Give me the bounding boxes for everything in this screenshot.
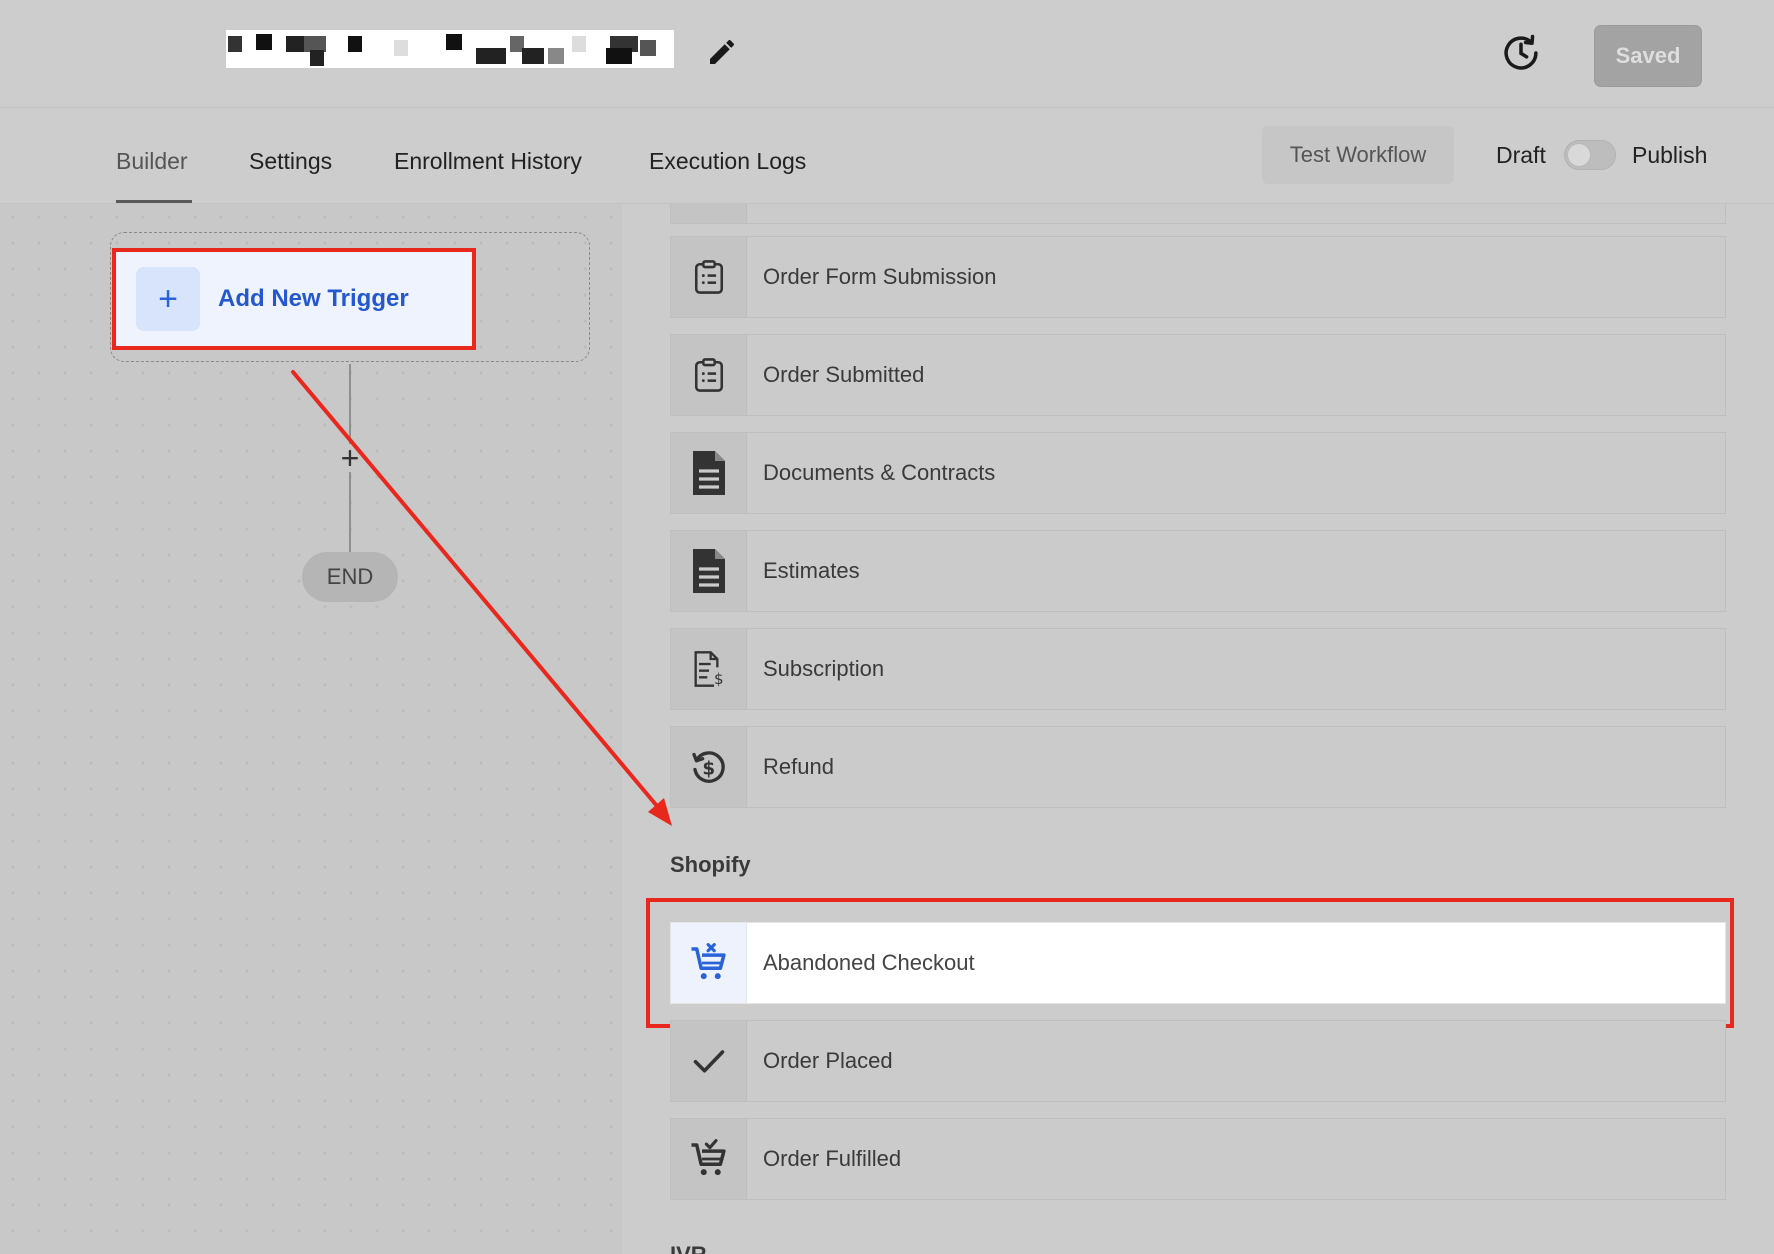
tab-builder[interactable]: Builder	[116, 148, 188, 175]
list-item-partial[interactable]	[670, 204, 1726, 224]
cart-check-icon	[691, 1139, 726, 1176]
tab-execution-logs[interactable]: Execution Logs	[649, 148, 806, 175]
clipboard-list-icon	[694, 358, 723, 392]
icon-cell	[671, 237, 747, 317]
add-new-trigger-button[interactable]: + Add New Trigger	[112, 248, 476, 350]
trigger-item-documents-contracts[interactable]: Documents & Contracts	[670, 432, 1726, 514]
svg-text:$: $	[714, 670, 724, 688]
publish-toggle[interactable]	[1564, 140, 1616, 170]
history-icon[interactable]	[1500, 32, 1542, 74]
trigger-item-label: Order Form Submission	[763, 264, 997, 289]
clipboard-list-icon	[694, 260, 723, 294]
test-workflow-button[interactable]: Test Workflow	[1262, 126, 1454, 184]
section-title-shopify: Shopify	[670, 852, 751, 877]
trigger-item-label: Refund	[763, 754, 834, 779]
check-icon	[693, 1050, 724, 1073]
document-icon	[692, 451, 725, 495]
icon-cell	[671, 1119, 747, 1199]
workflow-canvas[interactable]: + Add New Trigger + END	[0, 204, 622, 1254]
invoice-dollar-icon: $	[694, 651, 724, 688]
refund-icon: $	[691, 751, 725, 783]
trigger-item-label: Order Submitted	[763, 362, 925, 387]
tab-enrollment-history[interactable]: Enrollment History	[394, 148, 582, 175]
trigger-item-refund[interactable]: $ Refund	[670, 726, 1726, 808]
pencil-icon[interactable]	[706, 36, 738, 68]
toggle-knob	[1567, 143, 1591, 167]
trigger-item-order-fulfilled[interactable]: Order Fulfilled	[670, 1118, 1726, 1200]
document-icon	[692, 549, 725, 593]
add-step-plus-icon[interactable]: +	[336, 442, 364, 474]
trigger-item-label: Documents & Contracts	[763, 460, 996, 485]
trigger-item-order-form-submission[interactable]: Order Form Submission	[670, 236, 1726, 318]
trigger-item-order-submitted[interactable]: Order Submitted	[670, 334, 1726, 416]
trigger-list-panel[interactable]: Order Form Submission Order Submitted Do…	[622, 204, 1774, 1254]
trigger-item-label: Estimates	[763, 558, 860, 583]
icon-cell: $	[671, 727, 747, 807]
icon-cell	[671, 204, 747, 223]
svg-text:$: $	[702, 759, 715, 780]
trigger-item-label: Order Fulfilled	[763, 1146, 902, 1171]
draft-label: Draft	[1496, 142, 1546, 168]
trigger-item-order-placed[interactable]: Order Placed	[670, 1020, 1726, 1102]
section-title-ivr: IVR	[670, 1242, 707, 1254]
trigger-item-label: Order Placed	[763, 1048, 893, 1073]
trigger-item-abandoned-checkout[interactable]: Abandoned Checkout	[670, 922, 1726, 1004]
trigger-item-label: Abandoned Checkout	[763, 950, 975, 975]
tab-bar: Builder Settings Enrollment History Exec…	[0, 108, 1774, 204]
icon-cell	[671, 335, 747, 415]
icon-cell	[671, 923, 747, 1003]
icon-cell	[671, 433, 747, 513]
icon-cell: $	[671, 629, 747, 709]
trigger-item-subscription[interactable]: $ Subscription	[670, 628, 1726, 710]
add-new-trigger-label: Add New Trigger	[218, 285, 409, 312]
workflow-name-redacted[interactable]	[226, 30, 674, 68]
active-tab-indicator	[116, 200, 192, 203]
trigger-item-label: Subscription	[763, 656, 885, 681]
plus-icon: +	[136, 267, 200, 331]
icon-cell	[671, 1021, 747, 1101]
publish-label: Publish	[1632, 142, 1708, 168]
top-bar: Saved	[0, 0, 1774, 108]
icon-cell	[671, 531, 747, 611]
cart-x-icon	[691, 943, 726, 980]
end-node: END	[302, 552, 398, 602]
tab-settings[interactable]: Settings	[249, 148, 332, 175]
trigger-item-estimates[interactable]: Estimates	[670, 530, 1726, 612]
saved-button[interactable]: Saved	[1594, 25, 1702, 87]
